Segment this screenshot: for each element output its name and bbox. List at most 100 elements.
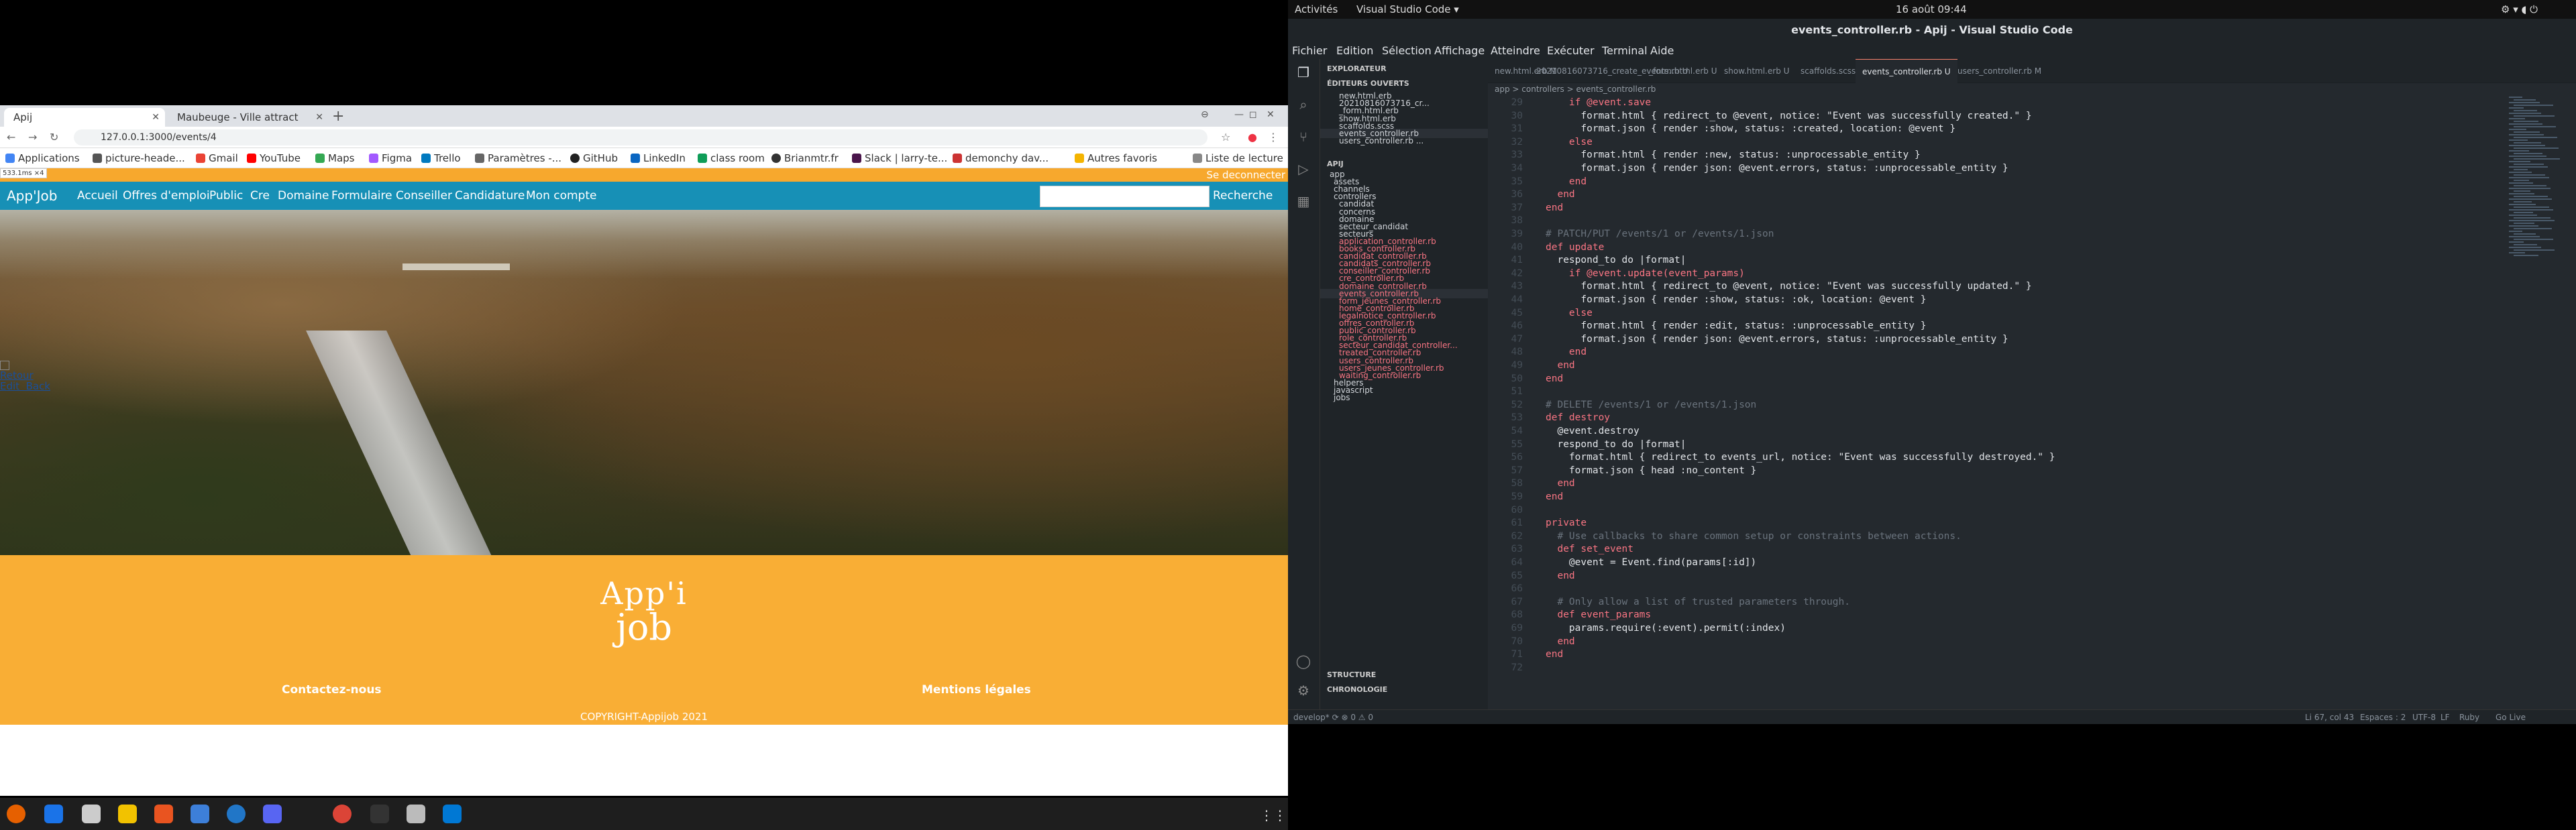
bookmark-item[interactable]: Figma (369, 152, 412, 164)
nav-mon-compte[interactable]: Mon compte (526, 189, 596, 202)
bookmark-item[interactable]: demonchy dav... (953, 152, 1049, 164)
code-line[interactable]: end (1546, 359, 1574, 373)
open-editors-header[interactable]: ÉDITEURS OUVERTS (1327, 79, 1409, 88)
bookmark-item[interactable]: picture-heade... (93, 152, 185, 164)
close-icon[interactable]: ✕ (152, 108, 160, 127)
menu-icon[interactable]: ⋮ (1268, 131, 1279, 143)
code-line[interactable]: end (1546, 202, 1563, 215)
bookmark-item[interactable]: Trello (421, 152, 461, 164)
code-line[interactable]: format.html { render :edit, status: :unp… (1546, 320, 1926, 333)
menu-item[interactable]: Atteindre (1491, 44, 1540, 57)
help-icon[interactable] (227, 805, 246, 823)
cursor-position[interactable]: Li 67, col 43 (2305, 713, 2354, 722)
code-line[interactable]: if @event.update(event_params) (1546, 268, 1745, 281)
editor-tab[interactable]: users_controller.rb M (1951, 59, 2048, 83)
code-line[interactable]: format.html { render :new, status: :unpr… (1546, 149, 1920, 162)
reading-list[interactable]: Liste de lecture (1193, 152, 1283, 164)
nav-cre[interactable]: Cre (250, 189, 270, 202)
menu-item[interactable]: Terminal (1602, 44, 1648, 57)
menu-item[interactable]: Sélection (1382, 44, 1432, 57)
minimize-icon[interactable]: ⊖ (1201, 109, 1209, 120)
line-ending[interactable]: LF (2440, 713, 2450, 722)
code-line[interactable]: end (1546, 176, 1587, 189)
maximize-icon[interactable]: ◻ (1249, 109, 1257, 120)
explorer-icon[interactable]: ❐ (1295, 64, 1312, 82)
clock[interactable]: 16 août 09:44 (1896, 3, 1967, 15)
nav-offres[interactable]: Offres d'emploi (123, 189, 210, 202)
language-mode[interactable]: Ruby (2459, 713, 2479, 722)
app-menu[interactable]: Visual Studio Code ▾ (1356, 3, 1459, 15)
site-brand[interactable]: App'Job (7, 188, 57, 204)
menu-item[interactable]: Affichage (1434, 44, 1485, 57)
bookmark-item[interactable]: Slack | larry-te... (852, 152, 947, 164)
code-line[interactable]: @event.destroy (1546, 425, 1639, 438)
code-line[interactable]: def update (1546, 241, 1604, 255)
git-branch-status[interactable]: develop* ⟳ ⊗ 0 ⚠ 0 (1293, 713, 1373, 722)
code-line[interactable]: params.require(:event).permit(:index) (1546, 622, 1786, 636)
code-line[interactable]: format.html { redirect_to @event, notice… (1546, 280, 2031, 294)
close-icon[interactable]: ✕ (1267, 109, 1275, 120)
editor-tab[interactable]: show.html.erb U (1717, 59, 1796, 83)
nav-domaine[interactable]: Domaine (278, 189, 329, 202)
chrome-icon[interactable] (333, 805, 352, 823)
nav-formulaire[interactable]: Formulaire (331, 189, 392, 202)
timeline-header[interactable]: CHRONOLOGIE (1327, 685, 1387, 694)
code-line[interactable]: format.html { redirect_to events_url, no… (1546, 451, 2055, 465)
indentation[interactable]: Espaces : 2 (2360, 713, 2406, 722)
system-tray-icons[interactable]: ⚙ ▾ ◖ ⏻ (2501, 3, 2538, 15)
code-line[interactable]: if @event.save (1546, 97, 1651, 110)
code-line[interactable]: end (1546, 648, 1563, 662)
code-line[interactable]: respond_to do |format| (1546, 438, 1686, 452)
broken-image-link[interactable]: Retour Edit Back (0, 361, 50, 392)
profile-icon[interactable]: ● (1248, 131, 1257, 143)
code-line[interactable]: end (1546, 188, 1574, 202)
code-line[interactable]: format.json { render :show, status: :cre… (1546, 123, 1955, 136)
code-line[interactable]: # DELETE /events/1 or /events/1.json (1546, 399, 1756, 412)
encoding[interactable]: UTF-8 (2412, 713, 2436, 722)
storage-icon[interactable] (407, 805, 425, 823)
menu-item[interactable]: Exécuter (1547, 44, 1595, 57)
outline-header[interactable]: STRUCTURE (1327, 670, 1376, 679)
menu-item[interactable]: Aide (1650, 44, 1674, 57)
browser-tab[interactable]: Maubeuge - Ville attract ✕ (168, 108, 329, 127)
legal-link[interactable]: Mentions légales (922, 683, 1031, 697)
go-live-button[interactable]: Go Live (2496, 713, 2526, 722)
code-line[interactable]: # Only allow a list of trusted parameter… (1546, 596, 1850, 609)
editor-tab[interactable]: scaffolds.scss (1794, 59, 1862, 83)
star-icon[interactable]: ☆ (1221, 131, 1230, 143)
code-line[interactable]: @event = Event.find(params[:id]) (1546, 556, 1756, 570)
reload-icon[interactable]: ↻ (50, 131, 58, 143)
software-icon[interactable] (154, 805, 173, 823)
firefox-icon[interactable] (7, 805, 25, 823)
bookmark-item[interactable]: Maps (315, 152, 354, 164)
search-input[interactable] (1040, 186, 1210, 207)
bookmark-item[interactable]: Brianmtr.fr (771, 152, 839, 164)
code-line[interactable]: end (1546, 636, 1574, 649)
files-icon[interactable] (82, 805, 101, 823)
project-header[interactable]: APIJ (1327, 160, 1344, 168)
other-bookmarks[interactable]: Autres favoris (1075, 152, 1157, 164)
bookmark-item[interactable]: LinkedIn (631, 152, 686, 164)
vscode-icon[interactable] (443, 805, 462, 823)
editor-tab[interactable]: _form.html.erb U (1642, 59, 1723, 83)
thunderbird-icon[interactable] (44, 805, 63, 823)
code-line[interactable]: else (1546, 307, 1593, 320)
breadcrumb[interactable]: app > controllers > events_controller.rb (1495, 84, 1656, 94)
nav-accueil[interactable]: Accueil (77, 189, 118, 202)
menu-item[interactable]: Fichier (1292, 44, 1327, 57)
search-icon[interactable]: ⌕ (1295, 97, 1312, 114)
contact-link[interactable]: Contactez-nous (282, 683, 382, 697)
source-control-icon[interactable]: ⑂ (1295, 129, 1312, 146)
back-icon[interactable]: ← (7, 131, 15, 143)
run-debug-icon[interactable]: ▷ (1295, 161, 1312, 178)
browser-tab-active[interactable]: Apij ✕ (4, 108, 165, 127)
code-line[interactable]: respond_to do |format| (1546, 254, 1686, 268)
terminal-icon[interactable] (370, 805, 389, 823)
code-line[interactable]: else (1546, 136, 1593, 150)
code-line[interactable]: def event_params (1546, 609, 1651, 622)
code-line[interactable]: # PATCH/PUT /events/1 or /events/1.json (1546, 228, 1774, 241)
bookmark-item[interactable]: Gmail (196, 152, 238, 164)
extensions-icon[interactable]: ▦ (1295, 193, 1312, 211)
forward-icon[interactable]: → (28, 131, 37, 143)
code-line[interactable]: private (1546, 517, 1587, 530)
